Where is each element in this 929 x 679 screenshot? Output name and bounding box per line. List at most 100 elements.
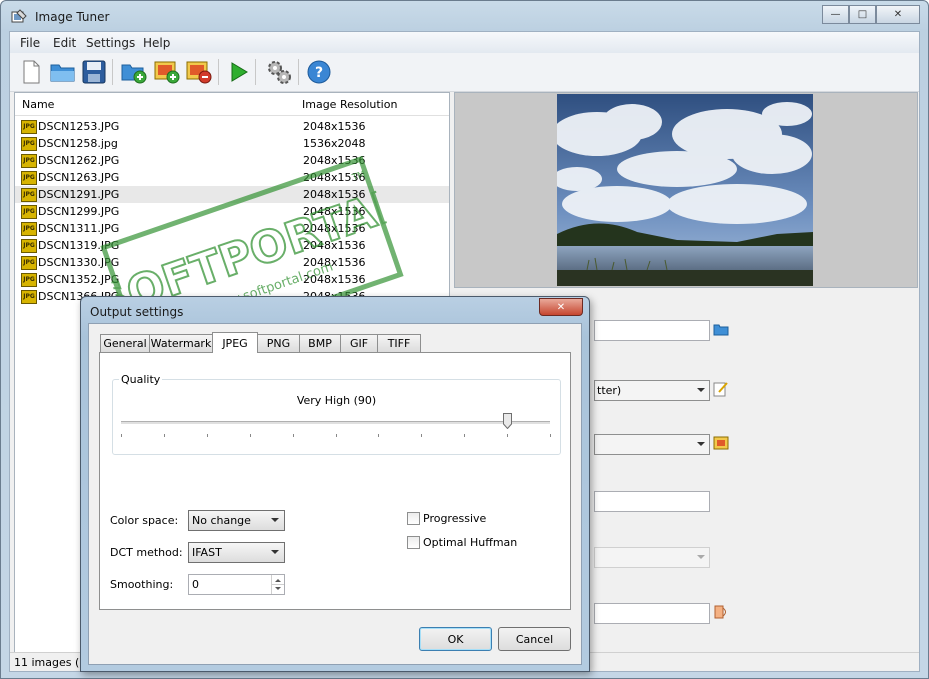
- stepper-arrows-icon: [272, 579, 284, 590]
- close-button[interactable]: ✕: [876, 5, 920, 24]
- list-item[interactable]: JPG DSCN1258.jpg 1536x2048: [15, 135, 449, 152]
- output-folder-field[interactable]: [594, 320, 710, 341]
- tab-png[interactable]: PNG: [257, 334, 300, 352]
- open-button[interactable]: [50, 59, 76, 85]
- color-space-dropdown[interactable]: No change: [188, 510, 285, 531]
- slider-tick: [293, 434, 294, 437]
- filename-template-dropdown[interactable]: tter): [594, 380, 710, 401]
- column-header-resolution[interactable]: Image Resolution: [302, 98, 397, 111]
- jpg-file-icon: JPG: [21, 171, 37, 185]
- format-settings-icon[interactable]: [713, 435, 729, 451]
- list-item[interactable]: JPG DSCN1262.JPG 2048x1536: [15, 152, 449, 169]
- maximize-button[interactable]: □: [849, 5, 876, 24]
- window-title: Image Tuner: [35, 10, 110, 24]
- list-item[interactable]: JPG DSCN1319.JPG 2048x1536: [15, 237, 449, 254]
- file-name: DSCN1262.JPG: [38, 154, 120, 167]
- add-image-icon: [154, 61, 180, 84]
- file-resolution: 2048x1536: [303, 273, 366, 286]
- ok-button[interactable]: OK: [419, 627, 492, 651]
- edit-template-icon[interactable]: [713, 381, 729, 397]
- tab-jpeg[interactable]: JPEG: [212, 332, 258, 353]
- cancel-button[interactable]: Cancel: [498, 627, 571, 651]
- color-icon[interactable]: [713, 604, 729, 620]
- minimize-icon: —: [830, 9, 841, 20]
- settings-button[interactable]: [266, 59, 292, 85]
- remove-image-icon: [186, 61, 212, 84]
- progressive-label: Progressive: [423, 512, 487, 525]
- add-image-button[interactable]: [154, 59, 180, 85]
- add-folder-icon: [121, 64, 147, 84]
- add-folder-button[interactable]: [121, 59, 147, 85]
- quality-slider-track[interactable]: [121, 421, 550, 424]
- slider-tick: [207, 434, 208, 437]
- tab-general[interactable]: General: [100, 334, 150, 352]
- file-name: DSCN1299.JPG: [38, 205, 120, 218]
- color-space-label: Color space:: [110, 514, 179, 527]
- status-text: 11 images (1: [14, 656, 87, 669]
- jpg-file-icon: JPG: [21, 154, 37, 168]
- column-header-name[interactable]: Name: [22, 98, 54, 111]
- color-space-value: No change: [192, 514, 251, 527]
- quality-group-label: Quality: [119, 373, 163, 386]
- toolbar-separator: [298, 59, 299, 85]
- tab-watermark[interactable]: Watermark: [149, 334, 213, 352]
- smoothing-stepper[interactable]: 0: [188, 574, 285, 595]
- jpg-file-icon: JPG: [21, 205, 37, 219]
- menu-help[interactable]: Help: [143, 36, 170, 50]
- tab-gif[interactable]: GIF: [340, 334, 378, 352]
- text-field[interactable]: [594, 491, 710, 512]
- menu-file[interactable]: File: [20, 36, 40, 50]
- list-item[interactable]: JPG DSCN1263.JPG 2048x1536: [15, 169, 449, 186]
- toolbar-separator: [112, 59, 113, 85]
- new-button[interactable]: [18, 59, 44, 85]
- title-bar: Image Tuner — □ ✕: [1, 1, 928, 31]
- quality-group: Quality Very High (90): [112, 373, 561, 455]
- save-button[interactable]: [81, 59, 107, 85]
- list-item[interactable]: JPG DSCN1352.JPG 2048x1536: [15, 271, 449, 288]
- chevron-down-icon: [697, 442, 705, 446]
- file-resolution: 2048x1536: [303, 188, 366, 201]
- browse-folder-icon[interactable]: [713, 321, 729, 337]
- file-name: DSCN1352.JPG: [38, 273, 120, 286]
- optimal-huffman-checkbox[interactable]: [407, 536, 420, 549]
- chevron-down-icon: [697, 388, 705, 392]
- list-item[interactable]: JPG DSCN1299.JPG 2048x1536: [15, 203, 449, 220]
- list-item[interactable]: JPG DSCN1330.JPG 2048x1536: [15, 254, 449, 271]
- list-item[interactable]: JPG DSCN1311.JPG 2048x1536: [15, 220, 449, 237]
- list-item[interactable]: JPG DSCN1291.JPG 2048x1536: [15, 186, 449, 203]
- menu-settings[interactable]: Settings: [86, 36, 135, 50]
- preview-photo: [557, 94, 813, 286]
- new-file-icon: [23, 60, 40, 84]
- file-resolution: 2048x1536: [303, 154, 366, 167]
- help-button[interactable]: ?: [306, 59, 332, 85]
- progressive-checkbox[interactable]: [407, 512, 420, 525]
- slider-tick: [164, 434, 165, 437]
- dct-method-dropdown[interactable]: IFAST: [188, 542, 285, 563]
- format-dropdown[interactable]: [594, 434, 710, 455]
- app-icon: [11, 9, 27, 23]
- remove-image-button[interactable]: [186, 59, 212, 85]
- minimize-button[interactable]: —: [822, 5, 849, 24]
- menu-edit[interactable]: Edit: [53, 36, 76, 50]
- list-item[interactable]: JPG DSCN1253.JPG 2048x1536: [15, 118, 449, 135]
- text-field[interactable]: [594, 603, 710, 624]
- smoothing-value: 0: [192, 578, 199, 591]
- dialog-client: General Watermark JPEG PNG BMP GIF TIFF …: [88, 323, 582, 665]
- tab-bmp[interactable]: BMP: [299, 334, 341, 352]
- dialog-close-button[interactable]: ✕: [539, 298, 583, 316]
- file-name: DSCN1258.jpg: [38, 137, 118, 150]
- maximize-icon: □: [857, 9, 868, 20]
- tab-tiff[interactable]: TIFF: [377, 334, 421, 352]
- svg-text:?: ?: [315, 65, 323, 81]
- toolbar: ?: [10, 53, 919, 92]
- file-resolution: 2048x1536: [303, 222, 366, 235]
- run-button[interactable]: [226, 59, 252, 85]
- smoothing-label: Smoothing:: [110, 578, 174, 591]
- quality-slider-thumb[interactable]: [503, 413, 512, 429]
- file-name: DSCN1253.JPG: [38, 120, 120, 133]
- toolbar-separator: [255, 59, 256, 85]
- help-icon: ?: [307, 60, 331, 84]
- disabled-dropdown: [594, 547, 710, 568]
- jpg-file-icon: JPG: [21, 188, 37, 202]
- stepper-buttons[interactable]: [271, 575, 284, 594]
